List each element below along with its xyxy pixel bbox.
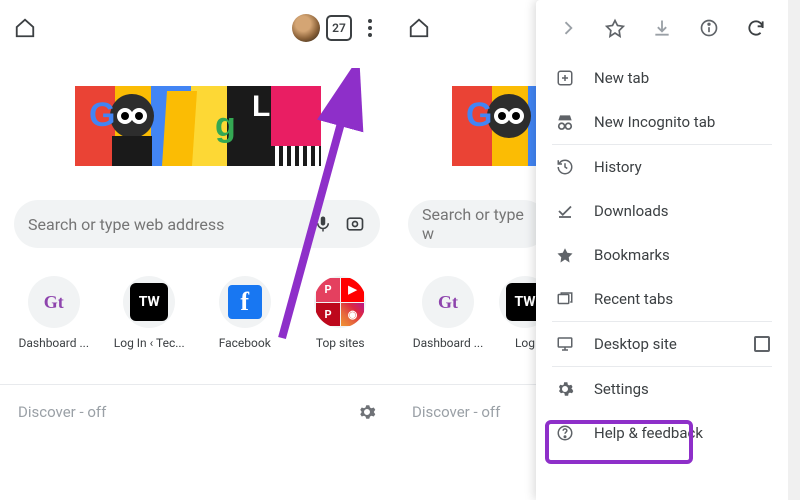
svg-text:g: g (215, 106, 236, 144)
forward-icon[interactable] (555, 15, 581, 41)
svg-text:L: L (252, 90, 270, 123)
info-icon[interactable] (696, 15, 722, 41)
shortcut-topsites[interactable]: P▶P◉ Top sites (298, 276, 382, 350)
shortcut-dashboard[interactable]: Gt Dashboard ... (12, 276, 96, 350)
gear-icon (554, 378, 576, 400)
menu-item-new-tab[interactable]: New tab (536, 56, 788, 100)
discover-row: Discover - off (0, 385, 394, 439)
menu-item-bookmarks[interactable]: Bookmarks (536, 233, 788, 277)
right-screenshot: G Search or type w Gt Dashboard ... TW L… (394, 0, 788, 500)
left-screenshot: 27 G g L Search or type web address (0, 0, 394, 500)
tab-switcher[interactable]: 27 (326, 15, 352, 41)
lens-icon[interactable] (344, 213, 366, 235)
overflow-menu-icon[interactable] (358, 16, 382, 40)
home-icon[interactable] (406, 15, 432, 41)
menu-item-settings[interactable]: Settings (536, 367, 788, 411)
download-icon[interactable] (649, 15, 675, 41)
recent-tabs-icon (554, 288, 576, 310)
discover-gear-icon[interactable] (358, 403, 376, 421)
google-doodle[interactable]: G g L (57, 76, 337, 176)
omnibox-placeholder: Search or type web address (28, 215, 302, 234)
omnibox[interactable]: Search or type web address (14, 200, 380, 248)
toolbar: 27 (0, 0, 394, 56)
svg-text:G: G (89, 96, 115, 134)
svg-text:G: G (466, 96, 492, 134)
discover-label: Discover - off (18, 403, 106, 421)
omnibox[interactable]: Search or type w (408, 200, 548, 248)
bookmark-star-icon[interactable] (602, 15, 628, 41)
help-icon (554, 422, 576, 444)
profile-avatar[interactable] (292, 14, 320, 42)
menu-item-incognito[interactable]: New Incognito tab (536, 100, 788, 144)
history-icon (554, 156, 576, 178)
menu-action-row (536, 0, 788, 56)
desktop-site-checkbox[interactable] (754, 336, 770, 352)
voice-search-icon[interactable] (312, 213, 334, 235)
shortcut-dashboard[interactable]: Gt Dashboard ... (406, 276, 490, 350)
menu-item-help-feedback[interactable]: Help & feedback (536, 411, 788, 455)
incognito-icon (554, 111, 576, 133)
downloads-check-icon (554, 200, 576, 222)
omnibox-placeholder: Search or type w (422, 205, 534, 243)
menu-item-history[interactable]: History (536, 145, 788, 189)
overflow-menu: New tab New Incognito tab History Downlo… (536, 0, 788, 500)
home-icon[interactable] (12, 15, 38, 41)
shortcuts-row: Gt Dashboard ... TW Log In ‹ Tec... f Fa… (6, 276, 388, 350)
shortcut-login[interactable]: TW Log In ‹ Tec... (107, 276, 191, 350)
shortcut-facebook[interactable]: f Facebook (203, 276, 287, 350)
reload-icon[interactable] (743, 15, 769, 41)
plus-box-icon (554, 67, 576, 89)
menu-item-desktop-site[interactable]: Desktop site (536, 322, 788, 366)
discover-label: Discover - off (412, 403, 500, 421)
menu-item-downloads[interactable]: Downloads (536, 189, 788, 233)
desktop-icon (554, 333, 576, 355)
bookmarks-star-icon (554, 244, 576, 266)
menu-item-recent-tabs[interactable]: Recent tabs (536, 277, 788, 321)
